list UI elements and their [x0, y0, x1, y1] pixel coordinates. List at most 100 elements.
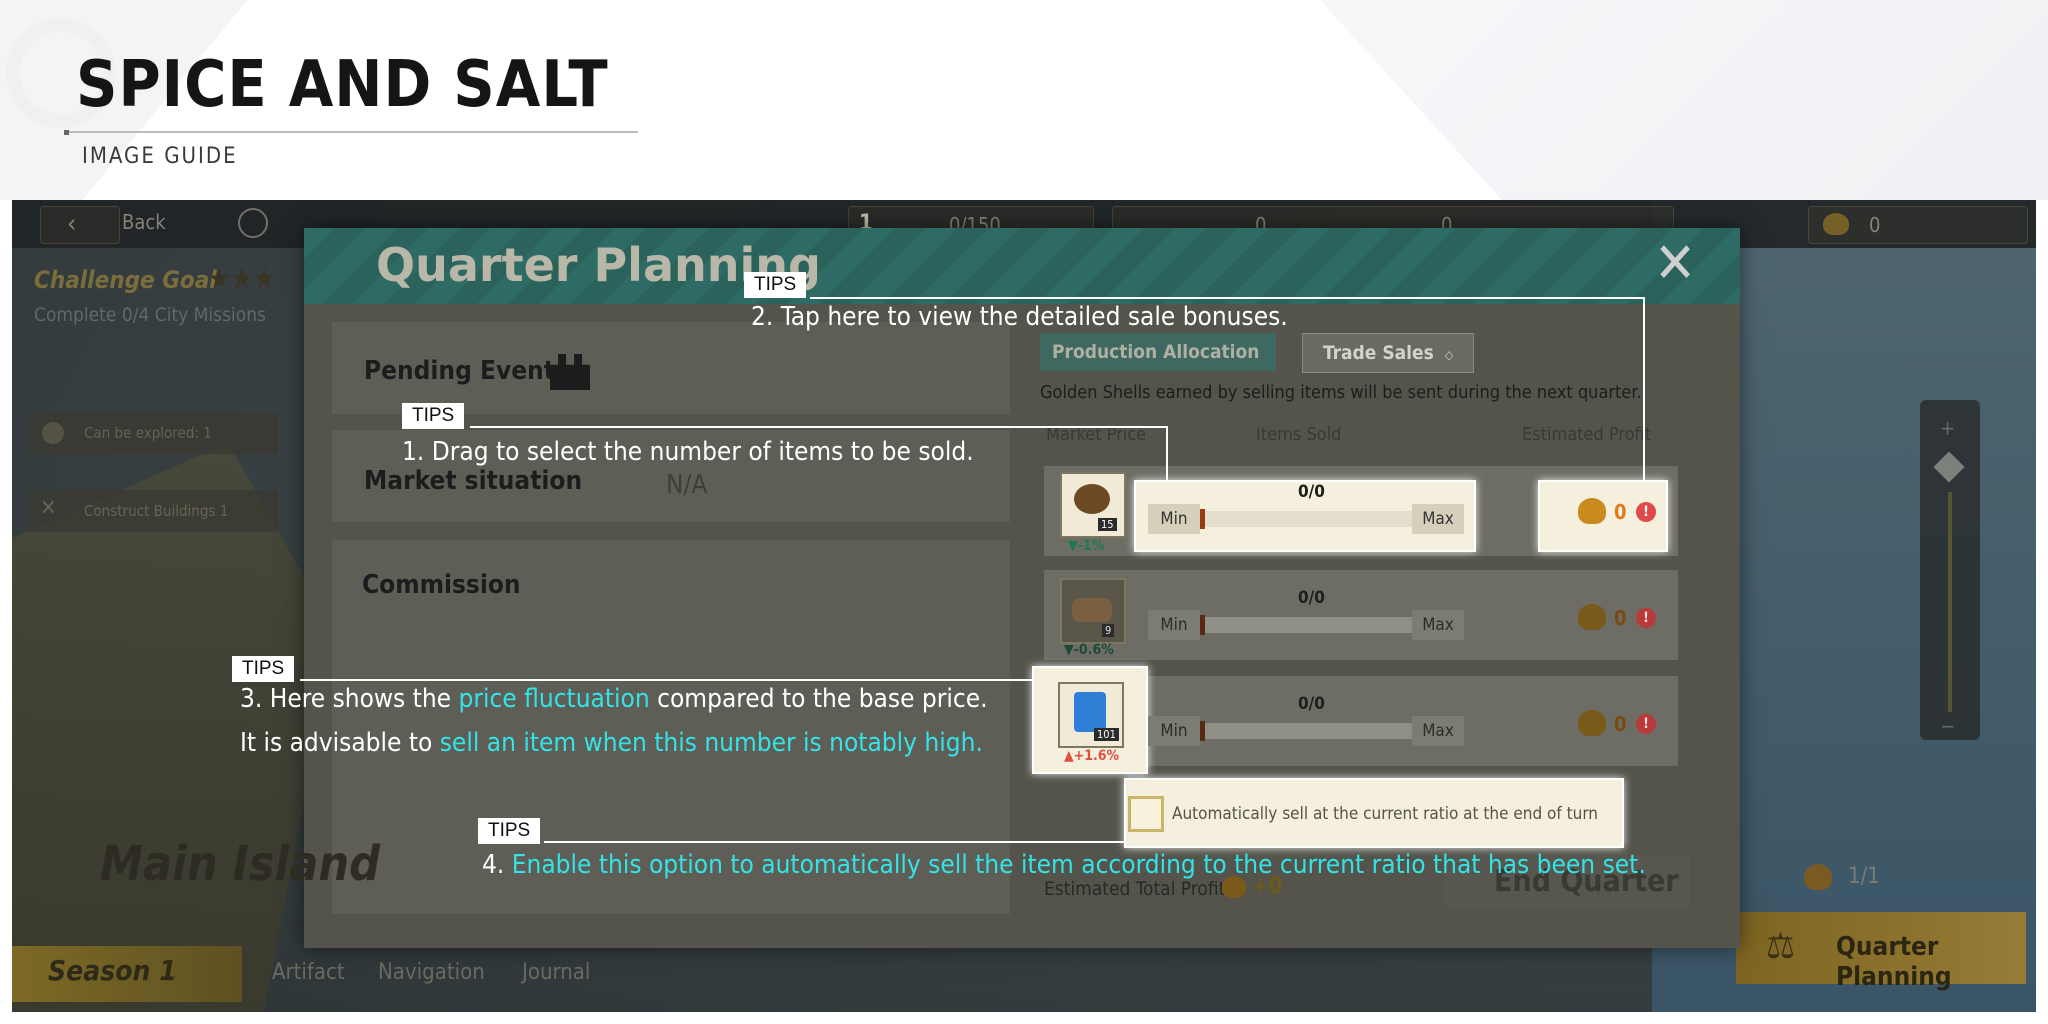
golden-shell-icon — [1578, 604, 1606, 630]
tip-highlight-text: sell an item when this number is notably… — [439, 728, 983, 758]
total-profit-label: Estimated Total Profit — [1044, 878, 1226, 900]
item-stock: 101 — [1094, 728, 1119, 741]
tip-line — [300, 679, 1034, 681]
pending-events-label: Pending Events — [364, 356, 569, 386]
auto-sell-checkbox[interactable] — [1128, 796, 1164, 832]
scales-icon: ⚖ — [1766, 926, 1796, 967]
golden-shell-icon — [1804, 864, 1832, 890]
tips-tag: TIPS — [478, 818, 541, 844]
estimated-profit-value: 0 — [1614, 606, 1627, 630]
min-button[interactable]: Min — [1148, 716, 1200, 746]
golden-shell-icon — [1578, 498, 1606, 524]
zoom-out-icon[interactable]: − — [1940, 714, 1955, 738]
title-divider — [64, 131, 638, 133]
back-arrow-icon: ‹ — [67, 209, 77, 239]
close-icon[interactable]: ✕ — [1654, 236, 1696, 292]
side-row-label: Can be explored: 1 — [84, 424, 212, 442]
tip-line — [470, 426, 1168, 428]
side-row-explore[interactable]: Can be explored: 1 — [28, 412, 278, 454]
zoom-slider[interactable]: + − — [1920, 400, 1980, 740]
tip-3-line-1: 3. Here shows the price fluctuation comp… — [240, 684, 988, 714]
page-subtitle: IMAGE GUIDE — [82, 144, 238, 169]
min-label: Min — [1160, 509, 1188, 529]
star-rating-icon: ★★★ — [208, 262, 276, 295]
tab-label: Production Allocation — [1052, 341, 1260, 363]
tips-tag: TIPS — [402, 403, 465, 429]
tip-highlight-text: Enable this option to automatically sell… — [511, 850, 1646, 880]
nav-artifact[interactable]: Artifact — [272, 960, 345, 985]
sell-slider[interactable] — [1200, 509, 1412, 529]
max-label: Max — [1422, 615, 1454, 635]
estimated-profit-value: 0 — [1614, 712, 1627, 736]
slider-handle[interactable] — [1200, 615, 1205, 635]
slider-handle[interactable] — [1200, 721, 1205, 741]
tip-2-text: 2. Tap here to view the detailed sale bo… — [751, 302, 1288, 332]
slider-track — [1948, 492, 1952, 712]
tab-production-allocation[interactable]: Production Allocation — [1040, 333, 1276, 371]
tip-line — [810, 297, 1644, 299]
tip-line — [1643, 297, 1645, 483]
golden-shell-icon — [1578, 710, 1606, 736]
max-button[interactable]: Max — [1412, 610, 1464, 640]
item-stock: 15 — [1098, 518, 1117, 531]
can-shape — [1074, 692, 1106, 732]
tip-line — [544, 841, 1126, 843]
warning-icon[interactable]: ! — [1636, 714, 1656, 734]
min-button[interactable]: Min — [1148, 504, 1200, 534]
canned-food-icon: 101 — [1058, 682, 1124, 748]
logs-shape — [1072, 598, 1112, 622]
market-situation-label: Market situation — [364, 466, 583, 496]
tip-4-text: 4. Enable this option to automatically s… — [482, 850, 1646, 880]
min-button[interactable]: Min — [1148, 610, 1200, 640]
commission-label: Commission — [362, 570, 521, 600]
max-button[interactable]: Max — [1412, 716, 1464, 746]
tips-tag: TIPS — [744, 272, 807, 298]
slider-handle[interactable] — [1200, 509, 1205, 529]
price-change: ▼-1% — [1068, 538, 1105, 554]
tips-tag: TIPS — [232, 656, 295, 682]
side-row-construct[interactable]: ✕ Construct Buildings 1 — [28, 490, 278, 532]
title-divider-dot — [64, 130, 69, 135]
items-sold-value: 0/0 — [1298, 588, 1325, 608]
tip-text-part: 4. — [482, 850, 512, 880]
golden-shell-count: 0 — [1869, 213, 1881, 237]
tip-line — [1166, 426, 1168, 482]
tip-1-text: 1. Drag to select the number of items to… — [402, 437, 974, 467]
slider-handle[interactable] — [1933, 451, 1965, 483]
back-button[interactable]: ‹ — [40, 206, 120, 244]
sell-slider[interactable] — [1200, 721, 1412, 741]
min-label: Min — [1160, 615, 1188, 635]
wood-logs-icon: 9 — [1060, 578, 1126, 644]
warning-icon[interactable]: ! — [1636, 608, 1656, 628]
nav-navigation[interactable]: Navigation — [378, 960, 485, 985]
nav-journal[interactable]: Journal — [522, 960, 590, 985]
challenge-goal-title: Challenge Goal — [34, 266, 217, 294]
info-icon[interactable] — [238, 208, 268, 238]
side-row-label: Construct Buildings 1 — [84, 502, 229, 520]
tip-text-part: It is advisable to — [240, 728, 440, 758]
price-change: ▼-0.6% — [1064, 642, 1114, 658]
items-sold-value: 0/0 — [1298, 694, 1325, 714]
market-situation-value: N/A — [666, 470, 708, 500]
tab-label: Trade Sales — [1323, 342, 1434, 364]
golden-shells-note: Golden Shells earned by selling items wi… — [1040, 382, 1642, 403]
shell-counter: 1/1 — [1848, 864, 1880, 889]
max-label: Max — [1422, 509, 1454, 529]
tip-text-part: 3. Here shows the — [240, 684, 459, 714]
tip-3-line-2: It is advisable to sell an item when thi… — [240, 728, 983, 758]
max-button[interactable]: Max — [1412, 504, 1464, 534]
tools-icon: ✕ — [40, 496, 57, 521]
coconut-shape — [1074, 484, 1110, 514]
zoom-in-icon[interactable]: + — [1940, 416, 1955, 440]
item-stock: 9 — [1102, 624, 1115, 637]
golden-shell-box: 0 — [1808, 206, 2028, 244]
diamond-icon: ◇ — [1445, 348, 1454, 362]
min-label: Min — [1160, 721, 1188, 741]
tab-trade-sales[interactable]: Trade Sales ◇ — [1302, 333, 1474, 373]
sell-slider[interactable] — [1200, 615, 1412, 635]
column-estimated-profit: Estimated Profit — [1522, 424, 1652, 445]
max-label: Max — [1422, 721, 1454, 741]
column-items-sold: Items Sold — [1256, 424, 1342, 445]
warning-icon[interactable]: ! — [1636, 502, 1656, 522]
season-label: Season 1 — [48, 954, 177, 987]
